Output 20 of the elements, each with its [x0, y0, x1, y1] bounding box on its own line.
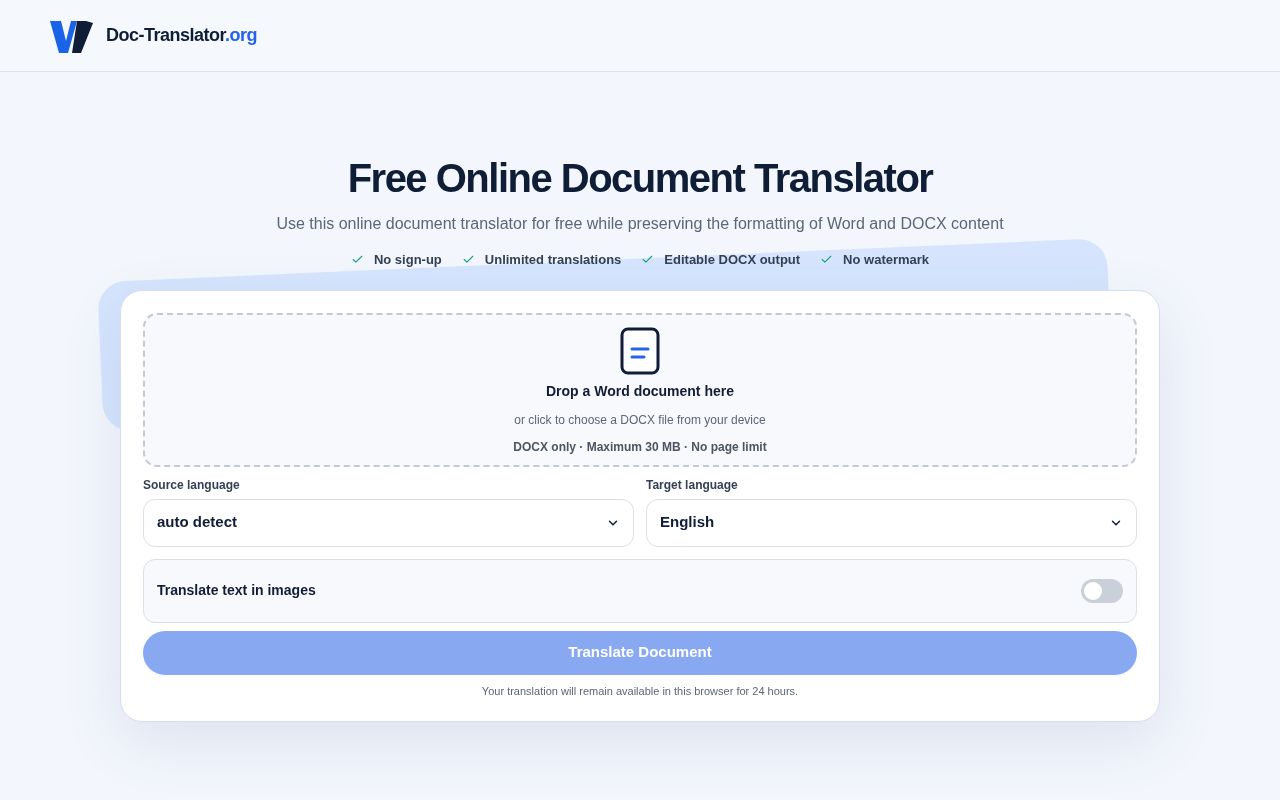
toggle-switch[interactable] — [1081, 578, 1123, 603]
feature-label: No watermark — [843, 251, 930, 269]
drop-hint: or click to choose a DOCX file from your device — [514, 411, 766, 429]
language-select[interactable]: auto detect — [143, 498, 634, 547]
logo-icon — [50, 18, 94, 53]
feature-label: No sign-up — [373, 251, 442, 269]
field-label: Source language — [143, 476, 241, 494]
brand-name[interactable]: Doc-Translator.org — [106, 22, 258, 49]
language-select[interactable]: English — [646, 498, 1137, 547]
file-limits: DOCX only · Maximum 30 MB · No page limit — [513, 438, 767, 456]
drop-title: Drop a Word document here — [546, 381, 734, 401]
drop-zone[interactable]: Drop a Word document here or click to choose a DOCX file from your device DOCX only · Maximum 30 MB · No page limit — [143, 312, 1137, 467]
availability-note: Your translation will remain available in this browser for 24 hours. — [480, 683, 800, 699]
document-icon — [620, 326, 660, 375]
field-label: Target language — [646, 476, 739, 494]
page-subtitle: Use this online document translator for free while preserving the formatting of Word and DOCX content — [276, 214, 1004, 234]
page-title: Free Online Document Translator — [347, 155, 933, 202]
option-label: Translate text in images — [157, 581, 316, 600]
feature-label: Unlimited translations — [484, 251, 622, 269]
feature-label: Editable DOCX output — [664, 251, 801, 269]
